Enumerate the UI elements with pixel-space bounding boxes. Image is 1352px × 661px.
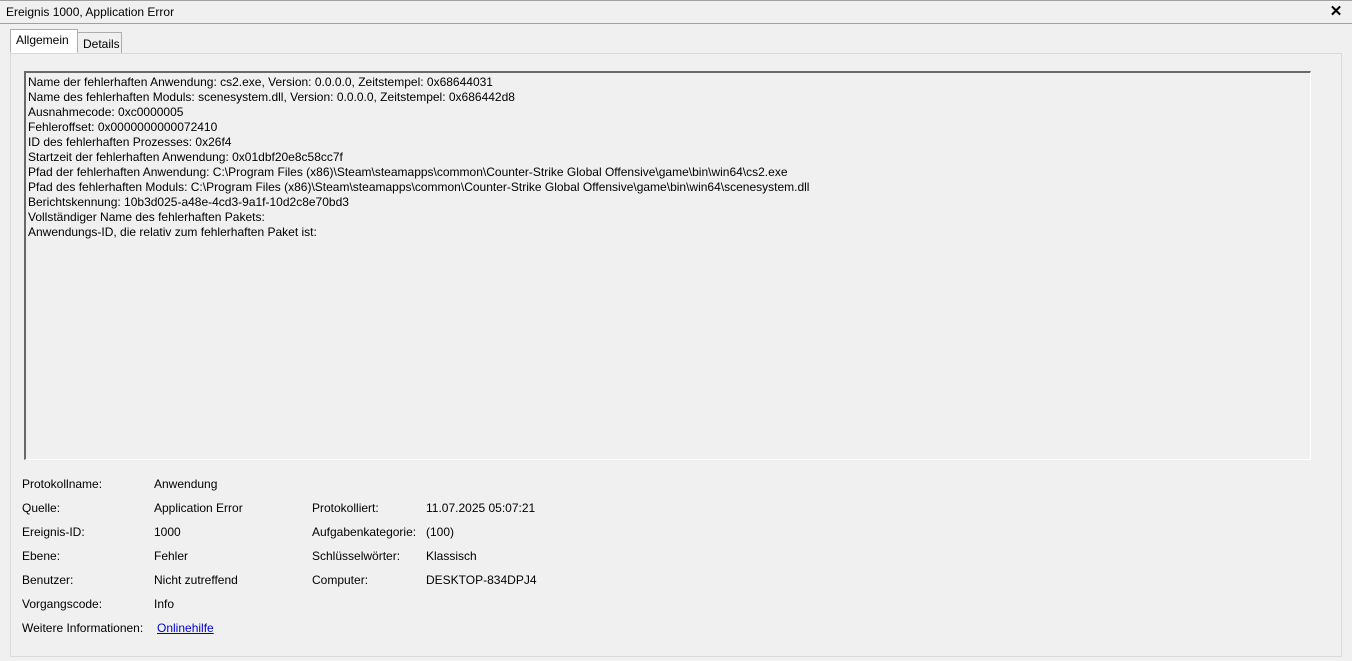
user-label: Benutzer: (22, 573, 74, 587)
description-line: Pfad der fehlerhaften Anwendung: C:\Prog… (28, 165, 788, 179)
source-value: Application Error (154, 501, 243, 515)
description-line: Name des fehlerhaften Moduls: scenesyste… (28, 90, 515, 104)
description-line: Berichtskennung: 10b3d025-a48e-4cd3-9a1f… (28, 195, 349, 209)
description-line: Fehleroffset: 0x0000000000072410 (28, 120, 218, 134)
close-button[interactable]: ✕ (1326, 2, 1346, 22)
description-line: Vollständiger Name des fehlerhaften Pake… (28, 210, 265, 224)
tab-general[interactable]: Allgemein (10, 29, 78, 53)
online-help-link[interactable]: Onlinehilfe (157, 621, 214, 635)
level-label: Ebene: (22, 549, 61, 563)
source-label: Quelle: (22, 501, 61, 515)
window-title: Ereignis 1000, Application Error (6, 5, 175, 19)
general-panel: Name der fehlerhaften Anwendung: cs2.exe… (10, 53, 1342, 657)
user-value: Nicht zutreffend (154, 573, 238, 587)
level-value: Fehler (154, 549, 189, 563)
tab-details[interactable]: Details (77, 32, 122, 54)
description-line: Name der fehlerhaften Anwendung: cs2.exe… (28, 75, 493, 89)
computer-value: DESKTOP-834DPJ4 (426, 573, 537, 587)
description-line: ID des fehlerhaften Prozesses: 0x26f4 (28, 135, 232, 149)
opcode-label: Vorgangscode: (22, 597, 103, 611)
title-bar: Ereignis 1000, Application Error ✕ (0, 0, 1352, 24)
task-category-label: Aufgabenkategorie: (312, 525, 417, 539)
task-category-value: (100) (426, 525, 455, 539)
log-name-value: Anwendung (154, 477, 218, 491)
close-icon: ✕ (1329, 3, 1343, 20)
description-line: Startzeit der fehlerhaften Anwendung: 0x… (28, 150, 343, 164)
logged-value: 11.07.2025 05:07:21 (426, 501, 536, 515)
keywords-label: Schlüsselwörter: (312, 549, 401, 563)
computer-label: Computer: (312, 573, 369, 587)
description-line: Pfad des fehlerhaften Moduls: C:\Program… (28, 180, 810, 194)
log-name-label: Protokollname: (22, 477, 103, 491)
event-id-value: 1000 (154, 525, 181, 539)
description-line: Anwendungs-ID, die relativ zum fehlerhaf… (28, 225, 317, 239)
logged-label: Protokolliert: (312, 501, 379, 515)
description-line: Ausnahmecode: 0xc0000005 (28, 105, 184, 119)
opcode-value: Info (154, 597, 175, 611)
event-id-label: Ereignis-ID: (22, 525, 85, 539)
keywords-value: Klassisch (426, 549, 477, 563)
event-description-box[interactable]: Name der fehlerhaften Anwendung: cs2.exe… (24, 71, 1311, 460)
more-info-label: Weitere Informationen: (22, 621, 144, 635)
